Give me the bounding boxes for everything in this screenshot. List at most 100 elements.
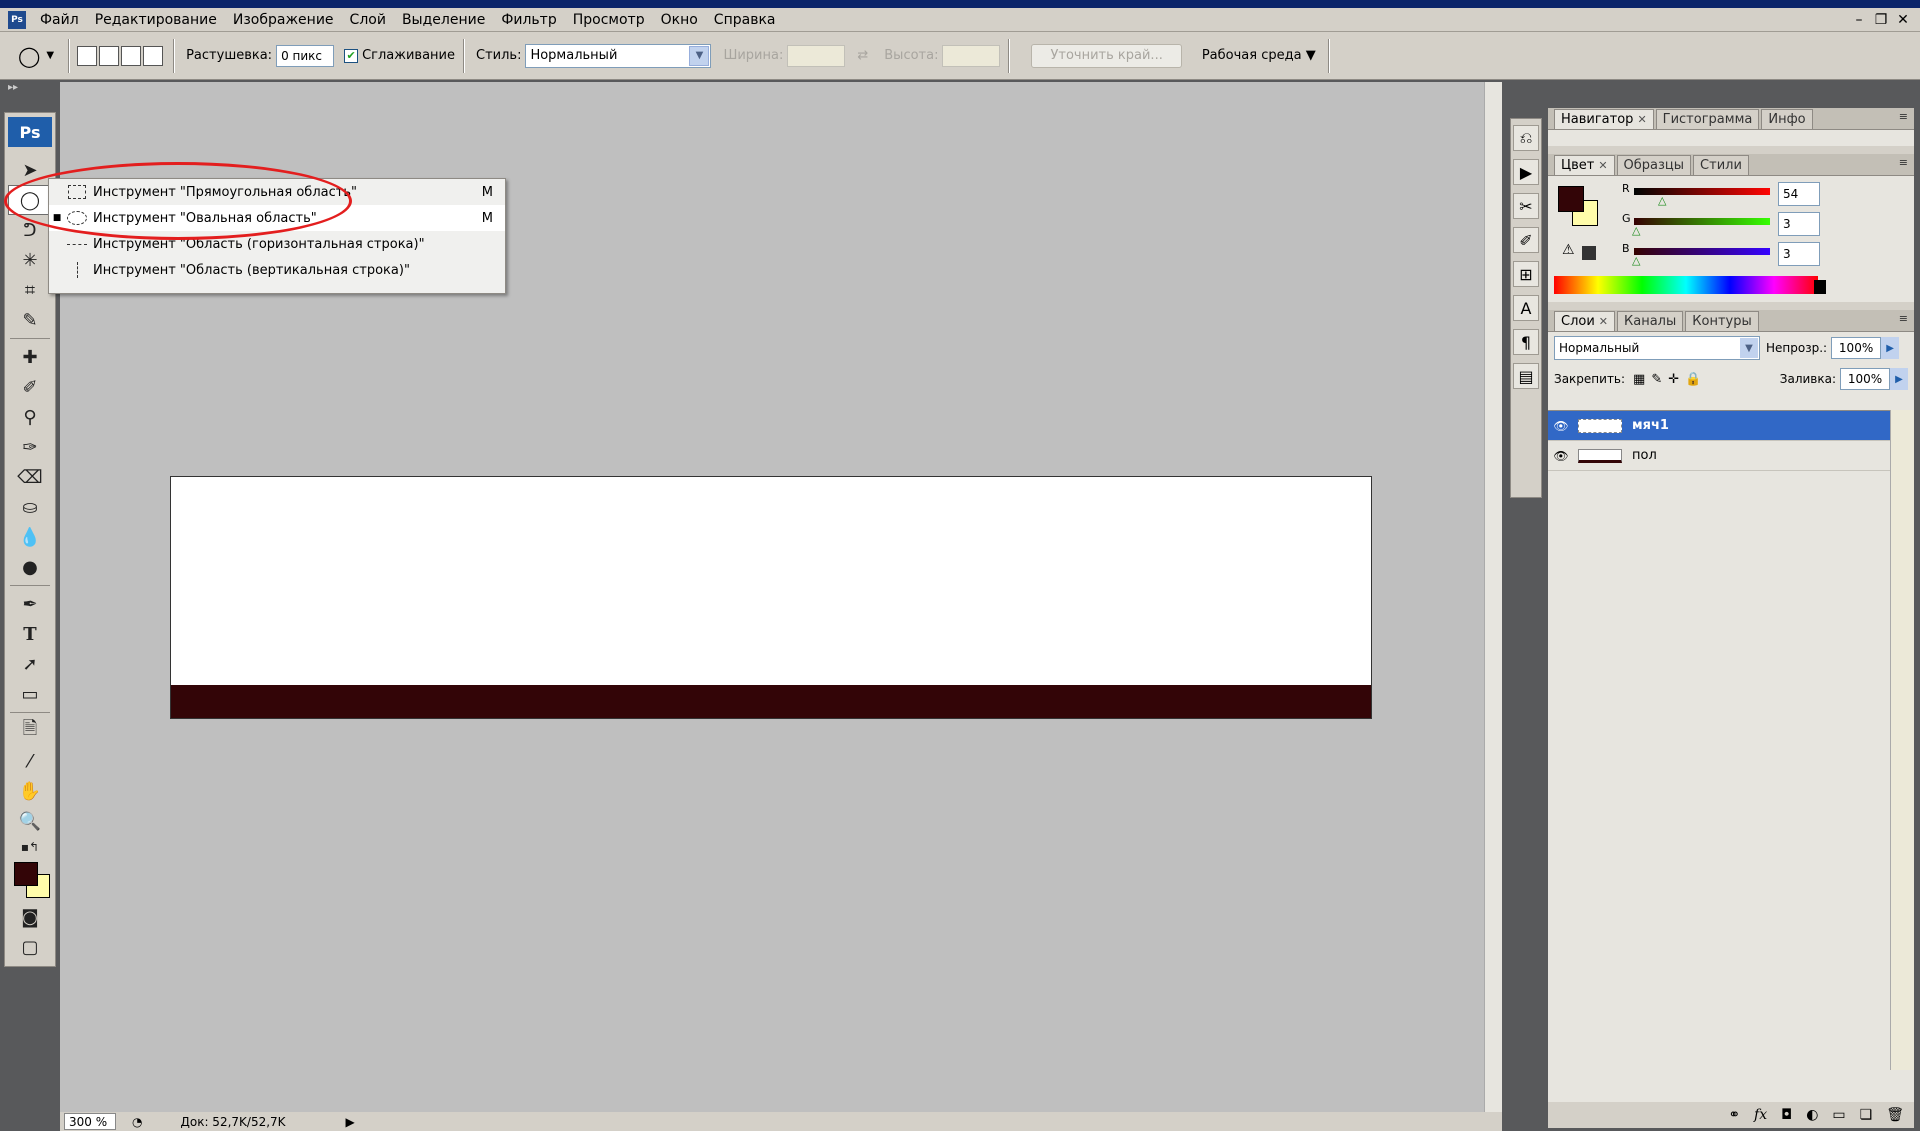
- brush-tool-icon[interactable]: ✐: [8, 372, 52, 402]
- status-menu-arrow-icon[interactable]: ▶: [346, 1115, 355, 1129]
- tab-paths[interactable]: Контуры: [1685, 311, 1759, 331]
- type-tool-icon[interactable]: T: [8, 619, 52, 649]
- tab-info[interactable]: Инфо: [1761, 109, 1813, 129]
- red-value-input[interactable]: 54: [1778, 182, 1820, 206]
- document-canvas[interactable]: [170, 476, 1372, 719]
- actions-panel-icon[interactable]: ▶: [1513, 159, 1539, 185]
- quick-mask-icon[interactable]: ◙: [8, 902, 52, 932]
- new-layer-icon[interactable]: ❏: [1860, 1107, 1873, 1123]
- add-selection-icon[interactable]: [99, 45, 120, 66]
- red-slider-handle-icon[interactable]: △: [1658, 194, 1666, 207]
- lock-pixels-icon[interactable]: ✎: [1651, 372, 1662, 387]
- notes-tool-icon[interactable]: 🗎: [8, 716, 52, 746]
- fx-icon[interactable]: fx: [1754, 1107, 1767, 1123]
- antialias-toggle[interactable]: ✔ Сглаживание: [344, 48, 455, 63]
- menu-window[interactable]: Окно: [653, 8, 706, 32]
- foreground-color-swatch[interactable]: [1558, 186, 1584, 212]
- layer-thumbnail[interactable]: [1578, 418, 1622, 433]
- close-icon[interactable]: ✕: [1599, 315, 1608, 328]
- layer-name[interactable]: мяч1: [1632, 418, 1669, 433]
- blue-slider[interactable]: [1634, 248, 1770, 255]
- link-layers-icon[interactable]: ⚭: [1728, 1107, 1740, 1123]
- layer-name[interactable]: пол: [1632, 448, 1657, 463]
- rectangle-tool-icon[interactable]: ▭: [8, 679, 52, 709]
- paint-bucket-icon[interactable]: ⛀: [8, 492, 52, 522]
- feather-input[interactable]: 0 пикс: [276, 44, 335, 67]
- green-slider-handle-icon[interactable]: △: [1632, 224, 1640, 237]
- zoom-tool-icon[interactable]: 🔍: [8, 806, 52, 836]
- stamp-tool-icon[interactable]: ⚲: [8, 402, 52, 432]
- layer-thumbnail[interactable]: [1578, 448, 1622, 463]
- eye-icon[interactable]: 👁: [1548, 419, 1574, 433]
- restore-icon[interactable]: ❐: [1872, 8, 1890, 32]
- history-brush-icon[interactable]: ✑: [8, 432, 52, 462]
- subtract-selection-icon[interactable]: [121, 45, 142, 66]
- menu-help[interactable]: Справка: [706, 8, 784, 32]
- healing-brush-icon[interactable]: ✚: [8, 342, 52, 372]
- canvas-vertical-scrollbar[interactable]: [1484, 82, 1502, 1112]
- panel-menu-icon[interactable]: ≡: [1899, 156, 1908, 169]
- tab-histogram[interactable]: Гистограмма: [1655, 109, 1760, 129]
- toolbox-collapse-icon[interactable]: ▸▸: [0, 82, 60, 112]
- color-swatches[interactable]: [8, 858, 52, 902]
- trash-icon[interactable]: 🗑: [1886, 1107, 1904, 1123]
- refine-edge-button[interactable]: Уточнить край...: [1031, 43, 1182, 68]
- swap-colors-icon[interactable]: ▪↰: [8, 836, 52, 858]
- blur-tool-icon[interactable]: 💧: [8, 522, 52, 552]
- panel-menu-icon[interactable]: ≡: [1899, 312, 1908, 325]
- swap-dimensions-icon[interactable]: ⇄: [857, 48, 868, 63]
- adjustment-layer-icon[interactable]: ◐: [1806, 1107, 1818, 1123]
- style-select[interactable]: Нормальный ▼: [525, 43, 712, 68]
- character-panel-icon[interactable]: A: [1513, 295, 1539, 321]
- layers-scrollbar[interactable]: [1890, 410, 1914, 1070]
- clone-source-icon[interactable]: ⊞: [1513, 261, 1539, 287]
- height-input[interactable]: [942, 44, 1001, 67]
- eraser-tool-icon[interactable]: ⌫: [8, 462, 52, 492]
- close-icon[interactable]: ✕: [1598, 159, 1607, 172]
- foreground-color-swatch[interactable]: [14, 862, 38, 886]
- menu-file[interactable]: Файл: [32, 8, 87, 32]
- tab-navigator[interactable]: Навигатор ✕: [1554, 109, 1654, 129]
- blend-mode-select[interactable]: Нормальный ▼: [1554, 336, 1760, 360]
- preset-dropdown-icon[interactable]: ▼: [46, 50, 54, 61]
- panel-menu-icon[interactable]: ≡: [1899, 110, 1908, 123]
- brushes-panel-icon[interactable]: ✐: [1513, 227, 1539, 253]
- gamut-color-swatch[interactable]: [1582, 246, 1596, 260]
- blue-slider-handle-icon[interactable]: △: [1632, 254, 1640, 267]
- menu-edit[interactable]: Редактирование: [87, 8, 225, 32]
- green-value-input[interactable]: 3: [1778, 212, 1820, 236]
- chevron-down-icon[interactable]: ▼: [689, 45, 710, 66]
- magic-wand-tool-icon[interactable]: ✳: [8, 245, 52, 275]
- lock-transparency-icon[interactable]: ▦: [1633, 372, 1645, 387]
- color-ramp-black[interactable]: [1814, 280, 1826, 294]
- hand-tool-icon[interactable]: ✋: [8, 776, 52, 806]
- opacity-input[interactable]: 100%: [1831, 337, 1882, 359]
- layer-row[interactable]: 👁 пол: [1548, 441, 1890, 471]
- lock-all-icon[interactable]: 🔒: [1685, 372, 1701, 387]
- slice-tool-icon[interactable]: ✎: [8, 305, 52, 335]
- lock-position-icon[interactable]: ✛: [1668, 372, 1679, 387]
- tool-presets-icon[interactable]: ✂: [1513, 193, 1539, 219]
- tab-color[interactable]: Цвет ✕: [1554, 155, 1615, 175]
- opacity-arrow-icon[interactable]: ▶: [1881, 337, 1900, 359]
- layer-row[interactable]: 👁 мяч1: [1548, 411, 1890, 441]
- menu-filter[interactable]: Фильтр: [493, 8, 564, 32]
- flyout-item-single-column-marquee[interactable]: Инструмент "Область (вертикальная строка…: [49, 257, 505, 283]
- zoom-field[interactable]: 300 %: [64, 1113, 116, 1130]
- add-mask-icon[interactable]: ◘: [1781, 1107, 1792, 1123]
- red-slider[interactable]: [1634, 188, 1770, 195]
- workspace-button[interactable]: Рабочая среда ▼: [1202, 48, 1316, 63]
- close-icon[interactable]: ✕: [1894, 8, 1912, 32]
- minimize-icon[interactable]: –: [1850, 8, 1868, 32]
- menu-layer[interactable]: Слой: [342, 8, 394, 32]
- pen-tool-icon[interactable]: ✒: [8, 589, 52, 619]
- close-icon[interactable]: ✕: [1637, 113, 1646, 126]
- path-selection-icon[interactable]: ➚: [8, 649, 52, 679]
- tab-styles[interactable]: Стили: [1693, 155, 1749, 175]
- color-ramp[interactable]: [1554, 276, 1818, 294]
- dodge-tool-icon[interactable]: ●: [8, 552, 52, 582]
- tab-swatches[interactable]: Образцы: [1616, 155, 1692, 175]
- elliptical-marquee-preset-icon[interactable]: ◯: [18, 44, 40, 68]
- eyedropper-tool-icon[interactable]: ⁄: [8, 746, 52, 776]
- blue-value-input[interactable]: 3: [1778, 242, 1820, 266]
